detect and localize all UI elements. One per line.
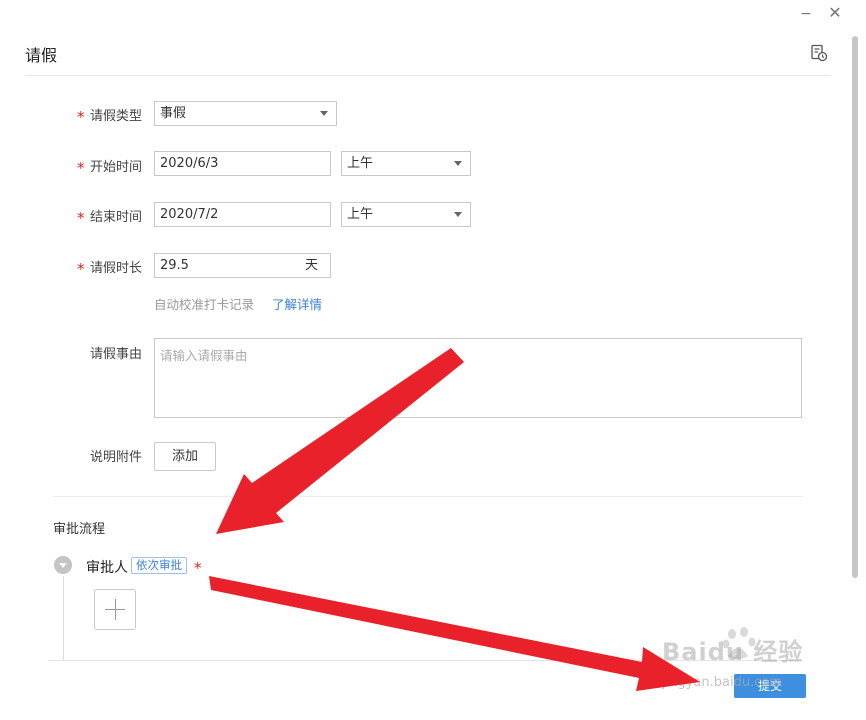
start-date-input[interactable]: 2020/6/3	[154, 151, 331, 176]
end-date-input[interactable]: 2020/7/2	[154, 202, 331, 227]
scrollbar-thumb[interactable]	[852, 36, 858, 578]
leave-type-label: 请假类型	[90, 109, 143, 124]
required-mark: *	[77, 209, 85, 227]
leave-type-value: 事假	[160, 106, 187, 121]
auto-calibrate-hint: 自动校准打卡记录	[154, 297, 255, 312]
duration-unit: 天	[304, 258, 318, 273]
required-mark: *	[77, 260, 85, 278]
reason-textarea[interactable]: 请输入请假事由	[154, 338, 802, 418]
duration-input[interactable]: 29.5 天	[154, 253, 331, 278]
leave-type-select[interactable]: 事假	[154, 101, 337, 126]
baidu-paw-icon	[722, 627, 756, 659]
step-icon	[54, 556, 72, 574]
required-mark: *	[77, 108, 85, 126]
watermark-url: jingyan.baidu.com	[662, 675, 782, 690]
close-button[interactable]: ✕	[826, 4, 844, 22]
add-approver-button[interactable]	[94, 589, 136, 630]
page-title: 请假	[25, 46, 58, 65]
end-period-select[interactable]: 上午	[341, 202, 471, 227]
chevron-down-icon	[454, 212, 462, 217]
sequential-approval-tag: 依次审批	[131, 557, 187, 574]
required-mark: *	[77, 159, 85, 177]
duration-value: 29.5	[160, 258, 189, 273]
section-divider	[53, 496, 803, 497]
approver-label: 审批人	[86, 560, 128, 576]
duration-label: 请假时长	[90, 261, 143, 276]
attachment-label: 说明附件	[90, 450, 143, 465]
approval-section-title: 审批流程	[53, 522, 106, 537]
start-time-label: 开始时间	[90, 160, 143, 175]
end-time-label: 结束时间	[90, 210, 143, 225]
add-attachment-button[interactable]: 添加	[154, 442, 216, 471]
required-mark: *	[194, 559, 202, 577]
annotation-arrow	[209, 576, 700, 691]
start-period-select[interactable]: 上午	[341, 151, 471, 176]
end-period-value: 上午	[347, 207, 374, 222]
history-doc-icon[interactable]	[810, 44, 828, 62]
timeline-line	[63, 576, 64, 660]
start-period-value: 上午	[347, 156, 374, 171]
minimize-button[interactable]: −	[798, 6, 814, 22]
header-divider	[25, 75, 831, 76]
end-date-value: 2020/7/2	[160, 207, 219, 222]
start-date-value: 2020/6/3	[160, 156, 219, 171]
learn-more-link[interactable]: 了解详情	[272, 294, 322, 313]
chevron-down-icon	[320, 111, 328, 116]
chevron-down-icon	[454, 161, 462, 166]
reason-label: 请假事由	[90, 347, 143, 362]
